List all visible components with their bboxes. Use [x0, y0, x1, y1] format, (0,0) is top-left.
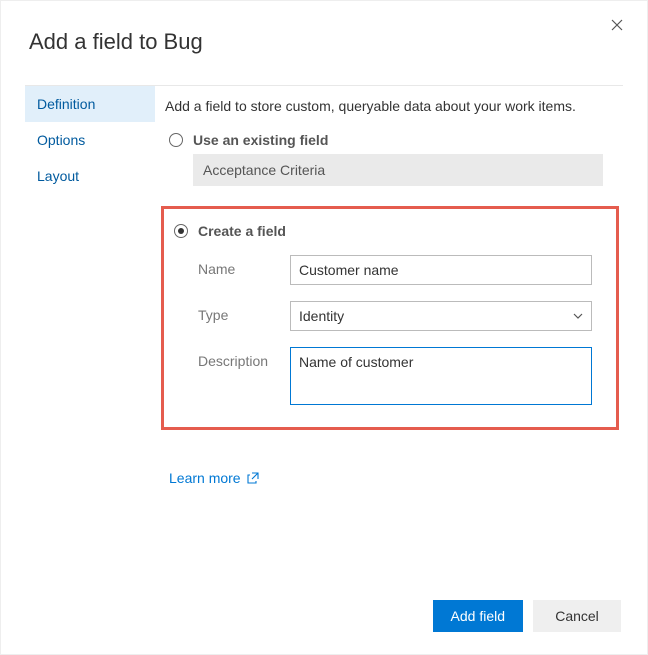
sidebar-item-label: Options [37, 132, 85, 148]
existing-field-value: Acceptance Criteria [203, 162, 325, 178]
existing-field-select[interactable]: Acceptance Criteria [193, 154, 603, 186]
type-select[interactable]: Identity [290, 301, 592, 331]
cancel-button[interactable]: Cancel [533, 600, 621, 632]
learn-more-label: Learn more [169, 470, 241, 486]
dialog-footer: Add field Cancel [433, 600, 621, 632]
sidebar: Definition Options Layout [25, 86, 155, 194]
sidebar-item-label: Definition [37, 96, 95, 112]
add-field-dialog: Add a field to Bug Definition Options La… [0, 0, 648, 655]
intro-text: Add a field to store custom, queryable d… [165, 98, 617, 114]
type-label: Type [198, 301, 290, 323]
add-field-button[interactable]: Add field [433, 600, 523, 632]
radio-icon [174, 224, 188, 238]
description-input[interactable] [290, 347, 592, 405]
sidebar-item-label: Layout [37, 168, 79, 184]
external-link-icon [247, 472, 259, 484]
dialog-title: Add a field to Bug [29, 29, 623, 55]
option-label: Create a field [198, 223, 286, 239]
create-field-section: Create a field Name Type Identity [161, 206, 619, 430]
sidebar-item-definition[interactable]: Definition [25, 86, 155, 122]
option-create-field[interactable]: Create a field [170, 223, 606, 239]
name-label: Name [198, 255, 290, 277]
description-label: Description [198, 347, 290, 369]
sidebar-item-layout[interactable]: Layout [25, 158, 155, 194]
learn-more-link[interactable]: Learn more [169, 470, 259, 486]
sidebar-item-options[interactable]: Options [25, 122, 155, 158]
option-label: Use an existing field [193, 132, 328, 148]
close-icon [611, 18, 623, 35]
close-button[interactable] [607, 15, 627, 39]
main-panel: Add a field to store custom, queryable d… [155, 86, 623, 486]
radio-icon [169, 133, 183, 147]
type-value: Identity [299, 308, 344, 324]
option-existing-field[interactable]: Use an existing field [165, 132, 617, 148]
name-input[interactable] [290, 255, 592, 285]
